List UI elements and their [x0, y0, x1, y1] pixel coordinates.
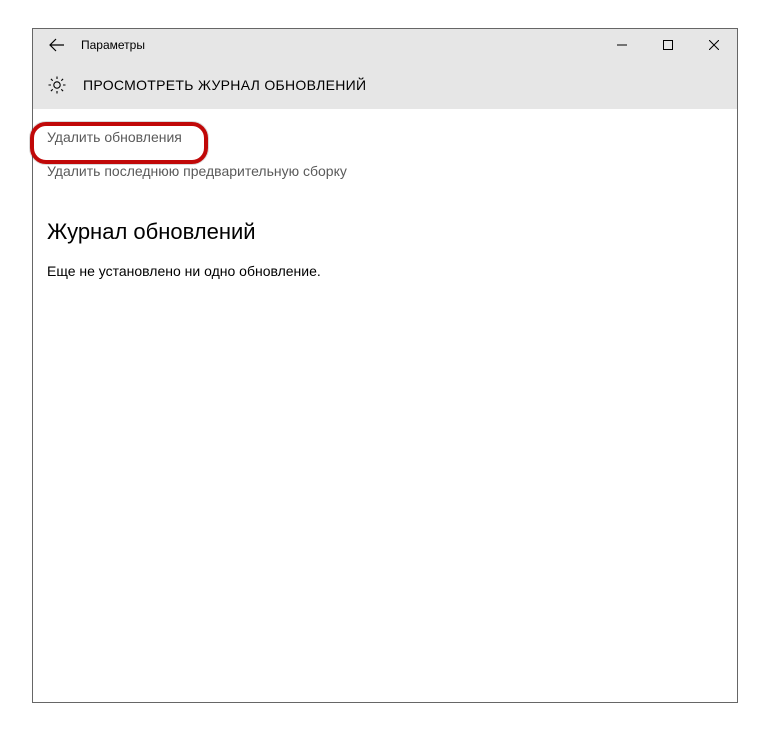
close-button[interactable] — [691, 29, 737, 61]
uninstall-preview-link[interactable]: Удалить последнюю предварительную сборку — [33, 157, 737, 185]
content-area: Удалить обновления Удалить последнюю пре… — [33, 109, 737, 702]
update-history-heading: Журнал обновлений — [33, 219, 737, 245]
window-controls — [599, 29, 737, 61]
maximize-icon — [663, 40, 673, 50]
gear-icon — [47, 75, 67, 95]
minimize-button[interactable] — [599, 29, 645, 61]
page-header: ПРОСМОТРЕТЬ ЖУРНАЛ ОБНОВЛЕНИЙ — [33, 61, 737, 109]
arrow-left-icon — [49, 37, 65, 53]
back-button[interactable] — [33, 29, 81, 61]
maximize-button[interactable] — [645, 29, 691, 61]
uninstall-updates-link[interactable]: Удалить обновления — [33, 123, 737, 151]
settings-window: Параметры — [32, 28, 738, 703]
close-icon — [709, 40, 719, 50]
titlebar: Параметры — [33, 29, 737, 61]
page-title: ПРОСМОТРЕТЬ ЖУРНАЛ ОБНОВЛЕНИЙ — [83, 77, 366, 93]
minimize-icon — [617, 40, 627, 50]
window-title: Параметры — [81, 38, 145, 52]
empty-history-message: Еще не установлено ни одно обновление. — [33, 263, 737, 279]
